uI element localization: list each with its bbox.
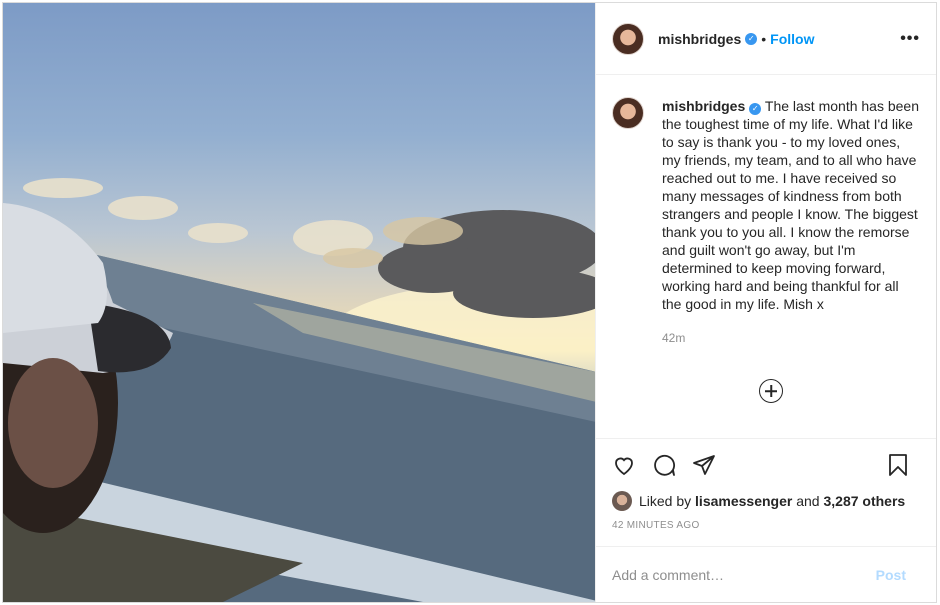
post-comment-button[interactable]: Post xyxy=(876,567,906,583)
actions-section: Liked by lisamessenger and 3,287 others … xyxy=(596,438,936,538)
likes-count[interactable]: 3,287 others xyxy=(823,493,905,509)
caption-text: The last month has been the toughest tim… xyxy=(662,98,919,312)
caption-comment: mishbridges ✓ The last month has been the… xyxy=(612,97,920,313)
verified-badge-icon: ✓ xyxy=(749,103,762,115)
comment-input[interactable] xyxy=(612,566,876,583)
separator-dot: • xyxy=(761,30,767,47)
post-side-panel: mishbridges ✓ • Follow ••• mishbridges ✓ … xyxy=(595,3,936,602)
more-options-icon[interactable]: ••• xyxy=(900,30,920,48)
share-icon[interactable] xyxy=(692,453,716,477)
likes-prefix: Liked by xyxy=(639,493,692,509)
avatar[interactable] xyxy=(612,22,644,55)
liker-username[interactable]: lisamessenger xyxy=(695,493,792,509)
post-header: mishbridges ✓ • Follow ••• xyxy=(596,3,936,75)
caption-avatar[interactable] xyxy=(612,97,644,129)
liker-avatar[interactable] xyxy=(612,491,632,511)
plus-circle-icon[interactable] xyxy=(759,379,783,403)
action-icons-row xyxy=(612,439,920,491)
instagram-post: mishbridges ✓ • Follow ••• mishbridges ✓ … xyxy=(2,2,937,603)
caption-username[interactable]: mishbridges xyxy=(662,98,745,114)
caption-timestamp[interactable]: 42m xyxy=(662,331,920,345)
heart-icon[interactable] xyxy=(612,453,636,477)
post-timestamp[interactable]: 42 MINUTES AGO xyxy=(612,520,920,538)
header-username[interactable]: mishbridges xyxy=(658,31,741,47)
likes-connector: and xyxy=(796,493,820,509)
comment-icon[interactable] xyxy=(652,453,676,477)
likes-summary: Liked by lisamessenger and 3,287 others xyxy=(612,491,920,511)
caption-text-block: mishbridges ✓ The last month has been the… xyxy=(662,97,920,313)
comments-area: mishbridges ✓ The last month has been the… xyxy=(596,75,936,438)
add-comment-bar: Post xyxy=(596,546,936,602)
follow-button[interactable]: Follow xyxy=(770,31,814,47)
bookmark-icon[interactable] xyxy=(886,453,910,477)
post-photo[interactable] xyxy=(3,3,595,602)
sunset-sea-image xyxy=(3,178,595,602)
verified-badge-icon: ✓ xyxy=(745,32,758,45)
